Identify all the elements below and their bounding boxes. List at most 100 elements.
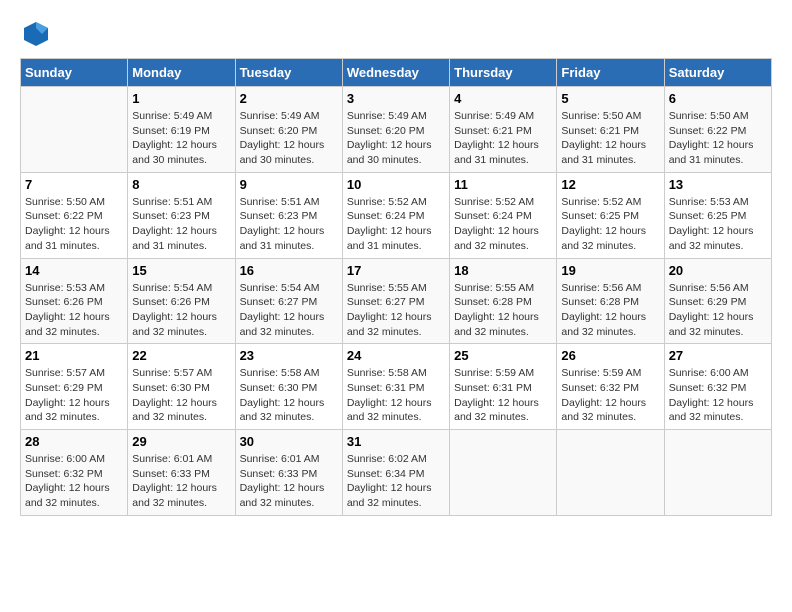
day-info: Sunrise: 6:01 AMSunset: 6:33 PMDaylight:…: [132, 452, 230, 511]
day-number: 12: [561, 177, 659, 192]
calendar-cell: 23 Sunrise: 5:58 AMSunset: 6:30 PMDayligh…: [235, 344, 342, 430]
logo: [20, 20, 50, 48]
page-header: [20, 20, 772, 48]
day-number: 5: [561, 91, 659, 106]
calendar-cell: 5 Sunrise: 5:50 AMSunset: 6:21 PMDaylight…: [557, 87, 664, 173]
day-number: 11: [454, 177, 552, 192]
calendar-cell: [664, 430, 771, 516]
calendar-cell: 27 Sunrise: 6:00 AMSunset: 6:32 PMDayligh…: [664, 344, 771, 430]
day-info: Sunrise: 6:00 AMSunset: 6:32 PMDaylight:…: [669, 366, 767, 425]
day-info: Sunrise: 5:56 AMSunset: 6:29 PMDaylight:…: [669, 281, 767, 340]
calendar-cell: 31 Sunrise: 6:02 AMSunset: 6:34 PMDayligh…: [342, 430, 449, 516]
calendar-cell: 6 Sunrise: 5:50 AMSunset: 6:22 PMDaylight…: [664, 87, 771, 173]
calendar-cell: 1Sunrise: 5:49 AMSunset: 6:19 PMDaylight…: [128, 87, 235, 173]
day-info: Sunrise: 5:51 AMSunset: 6:23 PMDaylight:…: [132, 195, 230, 254]
day-number: 10: [347, 177, 445, 192]
day-header-wednesday: Wednesday: [342, 59, 449, 87]
day-info: Sunrise: 5:55 AMSunset: 6:28 PMDaylight:…: [454, 281, 552, 340]
calendar-cell: [21, 87, 128, 173]
day-info: Sunrise: 5:58 AMSunset: 6:31 PMDaylight:…: [347, 366, 445, 425]
day-number: 18: [454, 263, 552, 278]
calendar-table: SundayMondayTuesdayWednesdayThursdayFrid…: [20, 58, 772, 516]
calendar-week-row: 28 Sunrise: 6:00 AMSunset: 6:32 PMDayligh…: [21, 430, 772, 516]
day-number: 20: [669, 263, 767, 278]
calendar-cell: 13Sunrise: 5:53 AMSunset: 6:25 PMDayligh…: [664, 172, 771, 258]
day-info: Sunrise: 5:49 AMSunset: 6:21 PMDaylight:…: [454, 109, 552, 168]
calendar-cell: 8 Sunrise: 5:51 AMSunset: 6:23 PMDaylight…: [128, 172, 235, 258]
day-number: 30: [240, 434, 338, 449]
day-number: 14: [25, 263, 123, 278]
day-number: 13: [669, 177, 767, 192]
calendar-cell: 7 Sunrise: 5:50 AMSunset: 6:22 PMDaylight…: [21, 172, 128, 258]
day-info: Sunrise: 5:52 AMSunset: 6:24 PMDaylight:…: [347, 195, 445, 254]
calendar-cell: 28 Sunrise: 6:00 AMSunset: 6:32 PMDayligh…: [21, 430, 128, 516]
calendar-cell: 4 Sunrise: 5:49 AMSunset: 6:21 PMDaylight…: [450, 87, 557, 173]
day-number: 23: [240, 348, 338, 363]
day-header-tuesday: Tuesday: [235, 59, 342, 87]
calendar-week-row: 7 Sunrise: 5:50 AMSunset: 6:22 PMDaylight…: [21, 172, 772, 258]
day-number: 19: [561, 263, 659, 278]
logo-icon: [22, 20, 50, 48]
day-number: 15: [132, 263, 230, 278]
calendar-cell: 2 Sunrise: 5:49 AMSunset: 6:20 PMDaylight…: [235, 87, 342, 173]
day-info: Sunrise: 6:00 AMSunset: 6:32 PMDaylight:…: [25, 452, 123, 511]
day-info: Sunrise: 5:54 AMSunset: 6:26 PMDaylight:…: [132, 281, 230, 340]
day-number: 7: [25, 177, 123, 192]
calendar-cell: 12 Sunrise: 5:52 AMSunset: 6:25 PMDayligh…: [557, 172, 664, 258]
day-header-monday: Monday: [128, 59, 235, 87]
day-number: 4: [454, 91, 552, 106]
day-number: 29: [132, 434, 230, 449]
day-info: Sunrise: 5:57 AMSunset: 6:29 PMDaylight:…: [25, 366, 123, 425]
calendar-cell: 17Sunrise: 5:55 AMSunset: 6:27 PMDayligh…: [342, 258, 449, 344]
day-info: Sunrise: 5:50 AMSunset: 6:21 PMDaylight:…: [561, 109, 659, 168]
day-info: Sunrise: 5:51 AMSunset: 6:23 PMDaylight:…: [240, 195, 338, 254]
day-number: 3: [347, 91, 445, 106]
day-number: 24: [347, 348, 445, 363]
day-info: Sunrise: 5:54 AMSunset: 6:27 PMDaylight:…: [240, 281, 338, 340]
day-number: 26: [561, 348, 659, 363]
calendar-cell: [450, 430, 557, 516]
day-info: Sunrise: 5:50 AMSunset: 6:22 PMDaylight:…: [669, 109, 767, 168]
day-number: 28: [25, 434, 123, 449]
calendar-cell: 24 Sunrise: 5:58 AMSunset: 6:31 PMDayligh…: [342, 344, 449, 430]
day-number: 22: [132, 348, 230, 363]
day-info: Sunrise: 5:50 AMSunset: 6:22 PMDaylight:…: [25, 195, 123, 254]
day-number: 16: [240, 263, 338, 278]
day-info: Sunrise: 6:01 AMSunset: 6:33 PMDaylight:…: [240, 452, 338, 511]
day-info: Sunrise: 5:57 AMSunset: 6:30 PMDaylight:…: [132, 366, 230, 425]
calendar-cell: 26 Sunrise: 5:59 AMSunset: 6:32 PMDayligh…: [557, 344, 664, 430]
calendar-cell: 11 Sunrise: 5:52 AMSunset: 6:24 PMDayligh…: [450, 172, 557, 258]
day-info: Sunrise: 5:49 AMSunset: 6:20 PMDaylight:…: [347, 109, 445, 168]
calendar-cell: 10 Sunrise: 5:52 AMSunset: 6:24 PMDayligh…: [342, 172, 449, 258]
calendar-cell: 9Sunrise: 5:51 AMSunset: 6:23 PMDaylight…: [235, 172, 342, 258]
day-info: Sunrise: 5:52 AMSunset: 6:24 PMDaylight:…: [454, 195, 552, 254]
calendar-week-row: 1Sunrise: 5:49 AMSunset: 6:19 PMDaylight…: [21, 87, 772, 173]
calendar-cell: 18 Sunrise: 5:55 AMSunset: 6:28 PMDayligh…: [450, 258, 557, 344]
calendar-cell: [557, 430, 664, 516]
day-number: 6: [669, 91, 767, 106]
calendar-header-row: SundayMondayTuesdayWednesdayThursdayFrid…: [21, 59, 772, 87]
day-header-saturday: Saturday: [664, 59, 771, 87]
calendar-cell: 30 Sunrise: 6:01 AMSunset: 6:33 PMDayligh…: [235, 430, 342, 516]
day-number: 8: [132, 177, 230, 192]
day-info: Sunrise: 5:59 AMSunset: 6:32 PMDaylight:…: [561, 366, 659, 425]
calendar-cell: 3 Sunrise: 5:49 AMSunset: 6:20 PMDaylight…: [342, 87, 449, 173]
day-info: Sunrise: 5:52 AMSunset: 6:25 PMDaylight:…: [561, 195, 659, 254]
day-number: 31: [347, 434, 445, 449]
calendar-week-row: 14Sunrise: 5:53 AMSunset: 6:26 PMDayligh…: [21, 258, 772, 344]
calendar-cell: 19Sunrise: 5:56 AMSunset: 6:28 PMDayligh…: [557, 258, 664, 344]
calendar-cell: 25Sunrise: 5:59 AMSunset: 6:31 PMDayligh…: [450, 344, 557, 430]
day-number: 2: [240, 91, 338, 106]
day-number: 1: [132, 91, 230, 106]
day-info: Sunrise: 6:02 AMSunset: 6:34 PMDaylight:…: [347, 452, 445, 511]
day-number: 27: [669, 348, 767, 363]
day-info: Sunrise: 5:49 AMSunset: 6:20 PMDaylight:…: [240, 109, 338, 168]
day-header-thursday: Thursday: [450, 59, 557, 87]
day-header-friday: Friday: [557, 59, 664, 87]
calendar-week-row: 21 Sunrise: 5:57 AMSunset: 6:29 PMDayligh…: [21, 344, 772, 430]
day-info: Sunrise: 5:58 AMSunset: 6:30 PMDaylight:…: [240, 366, 338, 425]
day-number: 21: [25, 348, 123, 363]
calendar-cell: 20 Sunrise: 5:56 AMSunset: 6:29 PMDayligh…: [664, 258, 771, 344]
calendar-cell: 21 Sunrise: 5:57 AMSunset: 6:29 PMDayligh…: [21, 344, 128, 430]
calendar-cell: 14Sunrise: 5:53 AMSunset: 6:26 PMDayligh…: [21, 258, 128, 344]
